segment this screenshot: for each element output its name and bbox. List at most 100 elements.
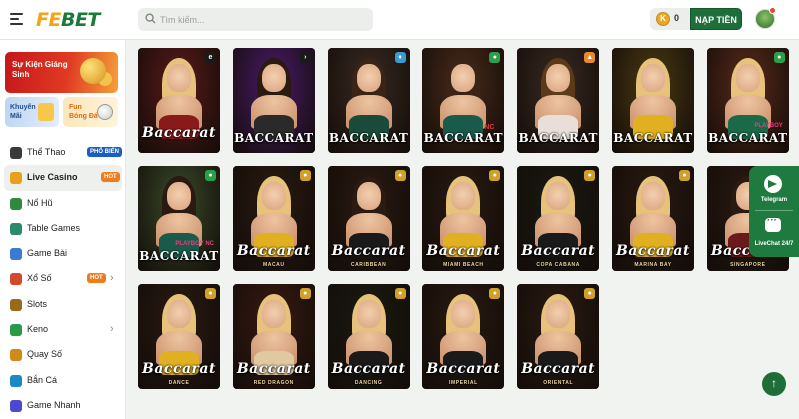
telegram-label[interactable]: Telegram — [749, 197, 799, 203]
game-card[interactable]: ♦ BACCARAT — [327, 48, 410, 153]
dealer-face — [167, 182, 191, 210]
game-subtitle: MIAMI BEACH — [443, 262, 484, 268]
telegram-icon[interactable] — [764, 175, 782, 193]
deposit-button[interactable]: NẠP TIỀN — [690, 8, 742, 30]
casino-chip-icon — [10, 172, 22, 185]
promo-b-label: Fun Bóng Đá — [69, 104, 98, 120]
sidebar-item-nổ-hũ[interactable]: Nổ Hũ — [4, 191, 122, 216]
game-card[interactable]: ● Baccarat DANCING — [327, 284, 410, 389]
provider-icon: ● — [679, 170, 690, 181]
provider-icon: ● — [489, 170, 501, 181]
chevron-right-icon[interactable]: › — [110, 323, 114, 335]
dealer-face — [451, 64, 476, 92]
contact-widget: Telegram LiveChat 24/7 — [749, 166, 799, 257]
game-card[interactable]: ● Baccarat MARINA BAY — [612, 166, 694, 271]
fast-game-icon — [10, 399, 22, 412]
sidebar-item-quay-số[interactable]: Quay Số — [4, 342, 122, 367]
game-card[interactable]: ● Baccarat IMPERIAL — [422, 284, 505, 389]
game-card[interactable]: ● PLAYBOY NC BACCARAT — [138, 166, 220, 271]
game-title: BACCARAT — [708, 131, 788, 145]
game-subtitle: MACAU — [262, 262, 285, 268]
search-icon — [145, 13, 156, 24]
dealer-face — [261, 182, 286, 210]
game-card[interactable]: ● NC BACCARAT — [422, 48, 505, 153]
sidebar-item-slots[interactable]: Slots — [4, 292, 122, 317]
promo-a-label: Khuyến Mãi — [10, 104, 36, 120]
provider-icon: ● — [299, 170, 311, 181]
promo-main-label: Sự Kiện Giáng Sinh — [12, 60, 68, 79]
search-input[interactable] — [160, 11, 360, 28]
game-card[interactable]: ● Baccarat ORIENTAL — [517, 284, 600, 389]
table-games-icon — [10, 222, 22, 235]
ornament-icon — [80, 58, 106, 84]
notification-badge — [769, 7, 776, 14]
livechat-label[interactable]: LiveChat 24/7 — [749, 241, 799, 247]
sidebar-item-bắn-cá[interactable]: Bắn Cá — [4, 368, 122, 393]
game-card[interactable]: ● Baccarat RED DRAGON — [232, 284, 315, 389]
scroll-to-top-button[interactable]: ↑ — [762, 372, 786, 396]
provider-icon: ● — [205, 288, 216, 299]
sidebar-item-thể-thao[interactable]: Thể Thao PHỔ BIẾN — [4, 140, 122, 165]
chevron-right-icon[interactable]: › — [110, 272, 114, 284]
dealer-face — [546, 182, 571, 210]
site-logo[interactable]: FEBET — [36, 9, 100, 31]
game-title: Baccarat — [236, 361, 311, 377]
provider-icon: ● — [205, 170, 216, 181]
sidebar-item-label: Xổ Số — [27, 273, 52, 284]
sidebar-nav: Thể Thao PHỔ BIẾN Live Casino HOT Nổ Hũ Table… — [0, 140, 126, 418]
sidebar-item-game-bài[interactable]: Game Bài — [4, 241, 122, 266]
game-subtitle: DANCING — [354, 380, 383, 386]
game-title: BACCARAT — [234, 131, 314, 145]
game-subtitle: IMPERIAL — [449, 380, 478, 386]
game-card[interactable]: ● Baccarat COPA CABANA — [517, 166, 600, 271]
status-badge: PHỔ BIẾN — [87, 147, 122, 157]
sidebar-item-label: Keno — [27, 324, 49, 335]
game-card[interactable]: ● Baccarat DANCE — [138, 284, 220, 389]
promotions-banner[interactable]: Khuyến Mãi — [5, 97, 59, 127]
sidebar-item-live-casino[interactable]: Live Casino HOT — [4, 165, 122, 191]
provider-icon: ● — [299, 288, 311, 299]
game-card[interactable]: BACCARAT — [612, 48, 694, 153]
football-fun-banner[interactable]: Fun Bóng Đá — [63, 97, 118, 127]
game-subtitle: ORIENTAL — [543, 380, 574, 386]
game-card[interactable]: ● Baccarat MACAU — [232, 166, 315, 271]
game-card[interactable]: ▲ BACCARAT — [517, 48, 600, 153]
slots-icon — [10, 298, 22, 311]
game-title: BACCARAT — [518, 131, 598, 145]
menu-icon[interactable] — [10, 12, 24, 26]
sidebar-item-label: Nổ Hũ — [27, 197, 53, 208]
game-subtitle: COPA CABANA — [536, 262, 580, 268]
game-card[interactable]: ● Baccarat MIAMI BEACH — [422, 166, 505, 271]
sidebar-item-keno[interactable]: Keno › — [4, 317, 122, 342]
game-title: BACCARAT — [328, 131, 409, 145]
search-bar[interactable] — [138, 8, 373, 31]
dealer-face — [735, 64, 760, 92]
dealer-face — [546, 64, 571, 92]
game-subtitle: CARIBBEAN — [350, 262, 387, 268]
soccer-ball-icon — [10, 147, 22, 159]
game-card[interactable]: e Baccarat — [138, 48, 220, 153]
sidebar-item-xổ-số[interactable]: Xổ Số HOT › — [4, 266, 122, 291]
game-subtitle: DANCE — [168, 380, 190, 386]
sidebar-item-label: Table Games — [27, 222, 81, 233]
game-card[interactable]: › BACCARAT — [232, 48, 315, 153]
balance-display[interactable]: K 0 — [650, 8, 690, 30]
sidebar-item-table-games[interactable]: Table Games — [4, 216, 122, 241]
provider-icon: ● — [394, 288, 406, 299]
dealer-face — [451, 182, 476, 210]
game-card[interactable]: ● Baccarat CARIBBEAN — [327, 166, 410, 271]
provider-icon: ● — [489, 52, 501, 63]
game-title: Baccarat — [426, 243, 501, 259]
game-title: BACCARAT — [423, 131, 504, 145]
dealer-face — [546, 300, 571, 328]
cards-icon — [10, 248, 22, 261]
dealer-face — [641, 64, 665, 92]
sidebar-item-game-nhanh[interactable]: Game Nhanh — [4, 393, 122, 418]
game-title: Baccarat — [142, 125, 216, 141]
provider-icon: › — [299, 52, 311, 63]
sidebar: Sự Kiện Giáng Sinh Khuyến Mãi Fun Bóng Đ… — [0, 40, 126, 419]
livechat-icon[interactable] — [765, 215, 781, 232]
game-card[interactable]: ● PLAYBOY BACCARAT — [706, 48, 789, 153]
game-title: Baccarat — [331, 243, 406, 259]
christmas-event-banner[interactable]: Sự Kiện Giáng Sinh — [5, 52, 118, 93]
